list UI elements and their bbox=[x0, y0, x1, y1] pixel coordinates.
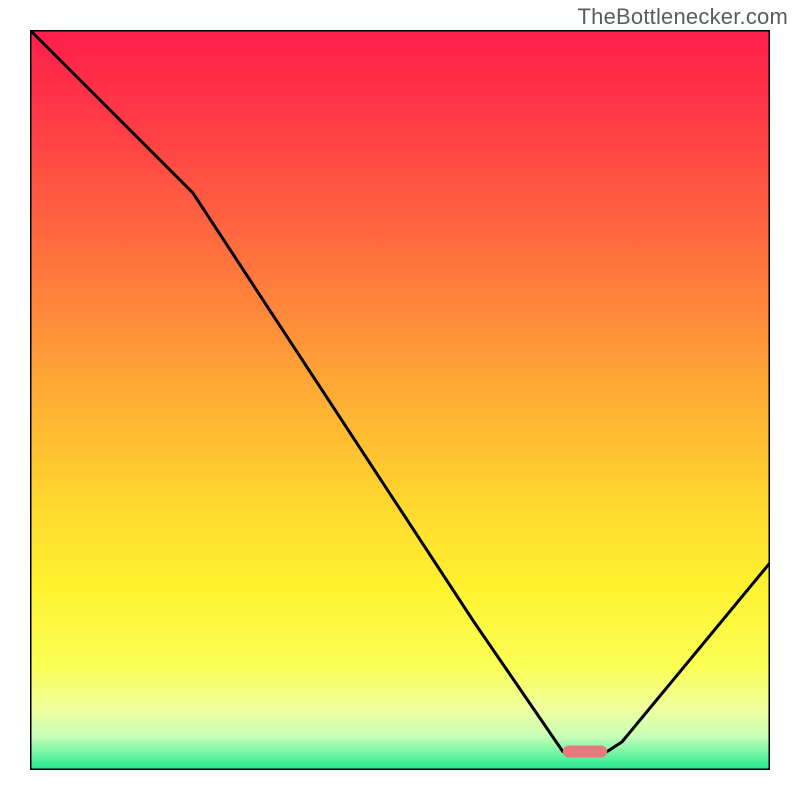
chart-container bbox=[30, 30, 770, 770]
marker-pill bbox=[563, 746, 607, 758]
chart-svg bbox=[30, 30, 770, 770]
watermark-text: TheBottlenecker.com bbox=[578, 4, 788, 30]
